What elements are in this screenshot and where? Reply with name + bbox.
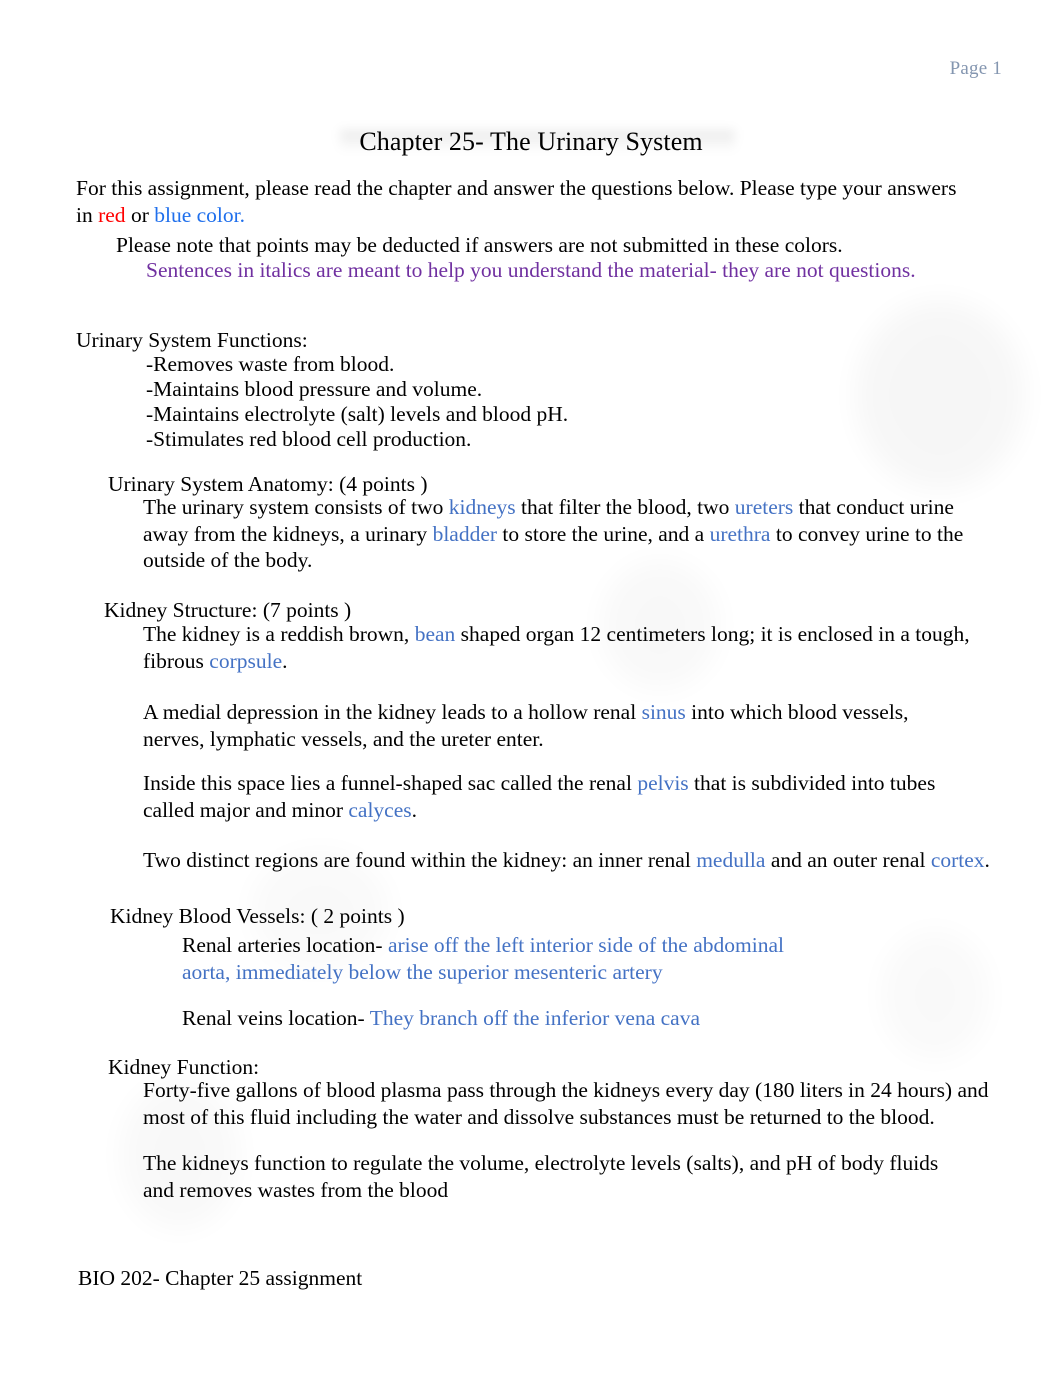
text-fragment: .	[411, 797, 418, 822]
term-kidneys: kidneys	[448, 495, 516, 519]
intro-red-word: red	[98, 202, 126, 227]
list-item: -Maintains blood pressure and volume.	[146, 377, 483, 401]
term-ureters: ureters	[734, 495, 794, 519]
term-bean: bean	[414, 622, 456, 646]
intro-conjunction: or	[125, 202, 155, 227]
kidney-structure-answer-2: A medial depression in the kidney leads …	[143, 699, 943, 752]
intro-paragraph: For this assignment, please read the cha…	[76, 175, 976, 228]
text-fragment: The urinary system consists of two	[143, 495, 449, 519]
term-sinus: sinus	[641, 700, 686, 724]
term-corpsule: corpsule	[209, 648, 283, 673]
kidney-structure-answer-1: The kidney is a reddish brown, bean shap…	[143, 621, 998, 674]
document-footer: BIO 202- Chapter 25 assignment	[78, 1266, 363, 1290]
text-fragment: The kidney is a reddish brown,	[143, 622, 415, 646]
text-fragment: .	[282, 648, 288, 673]
scan-smudge-icon	[855, 300, 1025, 490]
text-fragment: that filter the blood, two	[515, 495, 735, 519]
scan-smudge-icon	[880, 930, 990, 1060]
section-heading-kidney-structure: Kidney Structure: (7 points )	[104, 598, 352, 622]
term-urethra: urethra	[709, 521, 771, 546]
list-item: -Removes waste from blood.	[146, 352, 395, 376]
intro-note-black: Please note that points may be deducted …	[116, 233, 843, 257]
text-fragment: and an outer renal	[765, 848, 931, 872]
text-fragment: Inside this space lies a funnel-shaped s…	[143, 771, 638, 795]
document-page: Page 1 Chapter 25- The Urinary System Fo…	[0, 0, 1062, 1377]
renal-veins-answer: They branch off the inferior vena cava	[364, 1006, 700, 1030]
page-title: Chapter 25- The Urinary System	[359, 127, 703, 157]
intro-note-purple: Sentences in italics are meant to help y…	[146, 258, 916, 282]
term-bladder: bladder	[432, 521, 498, 546]
renal-arteries-label: Renal arteries location-	[182, 933, 383, 957]
text-fragment: Two distinct regions are found within th…	[143, 848, 697, 872]
term-calyces: calyces	[348, 797, 412, 822]
term-medulla: medulla	[696, 848, 766, 872]
page-number-header: Page 1	[949, 58, 1002, 79]
urinary-system-anatomy-answer: The urinary system consists of two kidne…	[143, 494, 995, 574]
renal-veins-label: Renal veins location-	[182, 1006, 365, 1030]
term-cortex: cortex	[930, 848, 985, 872]
renal-arteries-location-row: Renal arteries location- arise off the l…	[182, 932, 802, 985]
renal-veins-location-row: Renal veins location- They branch off th…	[182, 1005, 802, 1032]
list-item: -Maintains electrolyte (salt) levels and…	[146, 402, 569, 426]
section-heading-urinary-system-functions: Urinary System Functions:	[76, 328, 308, 352]
kidney-structure-answer-4: Two distinct regions are found within th…	[143, 847, 998, 874]
text-fragment: to store the urine, and a	[497, 521, 710, 546]
list-item: -Stimulates red blood cell production.	[146, 427, 472, 451]
text-fragment: .	[984, 848, 990, 872]
kidney-function-answer-2: The kidneys function to regulate the vol…	[143, 1151, 939, 1202]
term-pelvis: pelvis	[637, 771, 689, 795]
kidney-structure-answer-3: Inside this space lies a funnel-shaped s…	[143, 770, 958, 823]
section-heading-kidney-blood-vessels: Kidney Blood Vessels: ( 2 points )	[110, 904, 405, 928]
kidney-function-answer-1: Forty-five gallons of blood plasma pass …	[143, 1078, 989, 1129]
urinary-system-functions-list: -Removes waste from blood. -Maintains bl…	[146, 351, 568, 451]
intro-blue-word: blue color.	[154, 202, 245, 227]
text-fragment: A medial depression in the kidney leads …	[143, 700, 642, 724]
